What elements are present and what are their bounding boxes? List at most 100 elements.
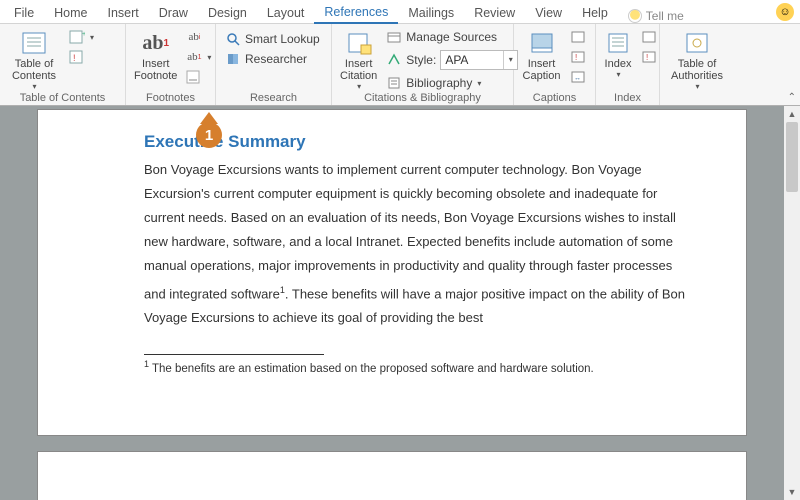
feedback-smiley-icon[interactable]: ☺: [776, 3, 794, 21]
mark-entry-button[interactable]: [638, 28, 660, 46]
chevron-down-icon: ▾: [207, 53, 211, 62]
bulb-icon: [628, 9, 642, 23]
index-label: Index: [605, 58, 632, 70]
tab-help[interactable]: Help: [572, 4, 618, 23]
tab-references[interactable]: References: [314, 3, 398, 24]
group-toc-label: Table of Contents: [6, 92, 119, 105]
scroll-down-icon[interactable]: ▼: [784, 484, 800, 500]
vertical-scrollbar[interactable]: ▲ ▼: [784, 106, 800, 500]
smart-lookup-label: Smart Lookup: [245, 32, 320, 46]
svg-text:!: !: [575, 53, 577, 62]
svg-text:↔: ↔: [574, 75, 581, 82]
group-captions: Insert Caption ! ↔ Captions: [514, 24, 596, 105]
toa-icon: [683, 30, 711, 56]
tab-mailings[interactable]: Mailings: [398, 4, 464, 23]
footnote-separator: [144, 354, 324, 355]
chevron-down-icon: ▾: [616, 70, 620, 79]
scroll-up-icon[interactable]: ▲: [784, 106, 800, 122]
insert-citation-button[interactable]: Insert Citation ▾: [338, 28, 379, 91]
tab-view[interactable]: View: [525, 4, 572, 23]
update-table-icon: !: [69, 49, 85, 65]
toa-label: Table of Authorities: [671, 58, 723, 82]
tab-design[interactable]: Design: [198, 4, 257, 23]
toc-button[interactable]: Table of Contents ▾: [6, 28, 62, 91]
footnote-icon: ab1: [142, 30, 170, 56]
ribbon: Table of Contents ▾ +▾ ! Table of Conten…: [0, 24, 800, 106]
tab-draw[interactable]: Draw: [149, 4, 198, 23]
insert-footnote-button[interactable]: ab1 Insert Footnote: [132, 28, 179, 82]
footnote-text: 1 The benefits are an estimation based o…: [144, 359, 686, 375]
toa-button[interactable]: Table of Authorities ▾: [666, 28, 728, 91]
tab-layout[interactable]: Layout: [257, 4, 315, 23]
manage-sources-button[interactable]: Manage Sources: [383, 28, 521, 46]
document-area: Executive Summary Bon Voyage Excursions …: [0, 106, 784, 500]
next-footnote-icon: ab1: [186, 49, 202, 65]
index-icon: [604, 30, 632, 56]
svg-text:!: !: [73, 53, 76, 63]
caption-icon: [528, 30, 556, 56]
chevron-down-icon: ▾: [90, 33, 94, 42]
update-icon: !: [570, 49, 586, 65]
collapse-ribbon-icon[interactable]: ⌃: [788, 92, 796, 103]
scroll-thumb[interactable]: [786, 122, 798, 192]
book-icon: [225, 51, 241, 67]
tab-review[interactable]: Review: [464, 4, 525, 23]
group-research: Smart Lookup Researcher Research: [216, 24, 332, 105]
page-2[interactable]: [38, 452, 746, 500]
citation-icon: [345, 30, 373, 56]
insert-caption-button[interactable]: Insert Caption: [520, 28, 563, 82]
group-toa: Table of Authorities ▾: [660, 24, 750, 105]
tell-me-search[interactable]: Tell me: [618, 9, 684, 23]
cross-reference-button[interactable]: ↔: [567, 68, 589, 86]
insert-caption-label: Insert Caption: [523, 58, 561, 82]
tab-file[interactable]: File: [4, 4, 44, 23]
index-button[interactable]: Index ▾: [602, 28, 634, 79]
list-icon: [570, 29, 586, 45]
toc-icon: [20, 30, 48, 56]
style-label: Style:: [406, 53, 436, 67]
bibliography-icon: [386, 75, 402, 91]
update-index-button[interactable]: !: [638, 48, 660, 66]
tab-home[interactable]: Home: [44, 4, 97, 23]
mark-icon: [641, 29, 657, 45]
researcher-button[interactable]: Researcher: [222, 50, 323, 68]
add-text-button[interactable]: +▾: [66, 28, 97, 46]
chevron-down-icon: ▾: [695, 82, 699, 91]
toc-label: Table of Contents: [12, 58, 56, 82]
update-index-icon: !: [641, 49, 657, 65]
manage-sources-icon: [386, 29, 402, 45]
tab-insert[interactable]: Insert: [98, 4, 149, 23]
group-toc: Table of Contents ▾ +▾ ! Table of Conten…: [0, 24, 126, 105]
search-icon: [225, 31, 241, 47]
insert-endnote-button[interactable]: abi: [183, 28, 214, 46]
cross-ref-icon: ↔: [570, 69, 586, 85]
style-selector[interactable]: Style: APA ▾: [383, 49, 521, 71]
group-captions-label: Captions: [520, 92, 589, 105]
next-footnote-button[interactable]: ab1 ▾: [183, 48, 214, 66]
bibliography-label: Bibliography: [406, 76, 472, 90]
insert-footnote-label: Insert Footnote: [134, 58, 177, 82]
update-figures-button[interactable]: !: [567, 48, 589, 66]
endnote-icon: abi: [186, 29, 202, 45]
researcher-label: Researcher: [245, 52, 307, 66]
page-1[interactable]: Executive Summary Bon Voyage Excursions …: [38, 110, 746, 435]
bibliography-button[interactable]: Bibliography ▾: [383, 74, 521, 92]
insert-citation-label: Insert Citation: [340, 58, 377, 82]
update-table-button[interactable]: !: [66, 48, 97, 66]
chevron-down-icon: ▾: [477, 79, 481, 88]
svg-text:+: +: [82, 31, 85, 38]
footnote-body: The benefits are an estimation based on …: [149, 363, 594, 375]
group-index: Index ▾ ! Index: [596, 24, 660, 105]
smart-lookup-button[interactable]: Smart Lookup: [222, 30, 323, 48]
style-dropdown[interactable]: APA ▾: [440, 50, 518, 70]
heading: Executive Summary: [144, 132, 686, 152]
show-notes-icon: [186, 69, 202, 85]
add-text-icon: +: [69, 29, 85, 45]
show-notes-button[interactable]: [183, 68, 214, 86]
manage-sources-label: Manage Sources: [406, 30, 497, 44]
tell-me-label: Tell me: [646, 9, 684, 23]
scroll-track[interactable]: [784, 122, 800, 484]
group-research-label: Research: [222, 92, 325, 105]
table-of-figures-button[interactable]: [567, 28, 589, 46]
group-footnotes: ab1 Insert Footnote abi ab1▾ Footnotes: [126, 24, 216, 105]
